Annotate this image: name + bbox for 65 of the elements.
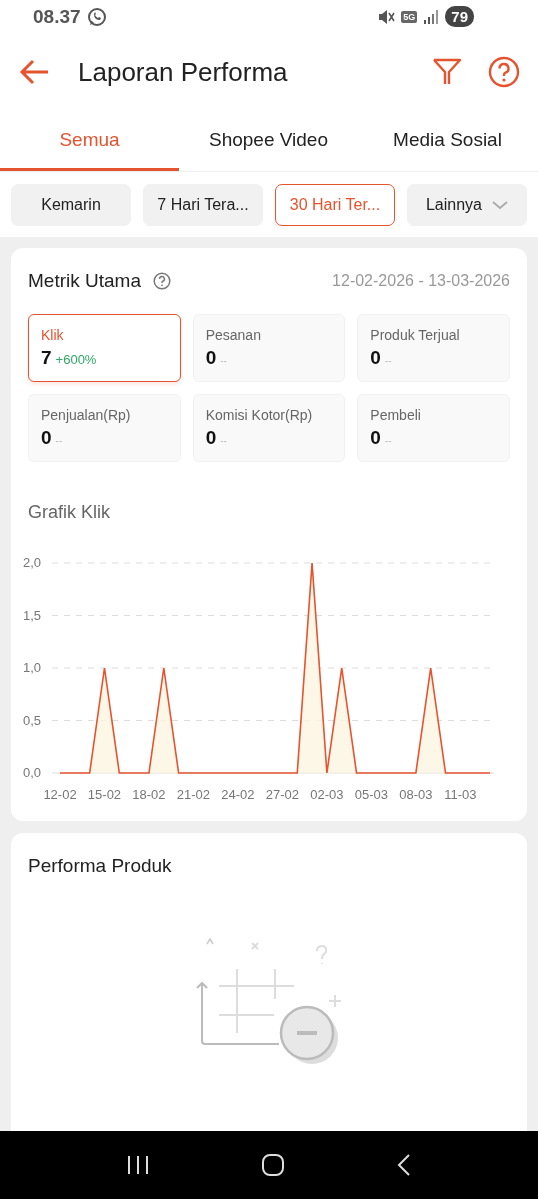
period-dropdown[interactable]: Lainnya bbox=[407, 184, 527, 226]
back-arrow-icon[interactable] bbox=[18, 58, 50, 86]
metric-value: 0 bbox=[41, 427, 52, 449]
axis-label: 0,5 bbox=[22, 712, 41, 728]
axis-label: 02-03 bbox=[310, 787, 344, 802]
metric-label: Pembeli bbox=[370, 407, 422, 423]
recent-apps-icon[interactable] bbox=[125, 1155, 150, 1175]
help-icon[interactable] bbox=[488, 56, 520, 88]
period-chip[interactable]: Kemarin bbox=[11, 184, 131, 226]
back-icon[interactable] bbox=[396, 1153, 413, 1177]
metric-tile[interactable]: Komisi Kotor(Rp) 0 -- bbox=[192, 394, 346, 462]
metric-value: 0 bbox=[205, 427, 217, 449]
axis-label: 15-02 bbox=[87, 787, 122, 802]
metric-tile[interactable]: Pembeli 0 -- bbox=[357, 394, 510, 462]
page-title: Laporan Performa bbox=[78, 56, 289, 88]
tab[interactable]: Shopee Video bbox=[179, 111, 358, 171]
axis-label: 11-03 bbox=[444, 787, 477, 802]
chevron-down-icon bbox=[492, 200, 508, 210]
axis-label: 0,0 bbox=[22, 765, 41, 780]
network-label: 5G bbox=[401, 10, 418, 23]
period-chip[interactable]: 7 Hari Tera... bbox=[143, 184, 263, 226]
axis-label: 08-03 bbox=[399, 787, 433, 802]
axis-label: 05-03 bbox=[354, 787, 388, 802]
date-range: 12-02-2026 - 13-03-2026 bbox=[332, 272, 510, 290]
metric-value: 7 bbox=[41, 347, 52, 369]
metric-label: Komisi Kotor(Rp) bbox=[205, 407, 314, 423]
metric-change: -- bbox=[384, 435, 392, 446]
metric-value: 0 bbox=[205, 347, 217, 369]
axis-label: 1,5 bbox=[22, 607, 41, 623]
period-chip[interactable]: 30 Hari Ter... bbox=[275, 184, 395, 226]
metric-change: -- bbox=[55, 435, 63, 446]
home-icon[interactable] bbox=[261, 1153, 285, 1177]
section-title: Metrik Utama bbox=[28, 270, 141, 292]
metric-tile[interactable]: Pesanan 0 -- bbox=[192, 314, 346, 382]
metric-value: 0 bbox=[370, 347, 381, 369]
battery-level: 79 bbox=[445, 6, 474, 27]
metric-change: -- bbox=[384, 355, 392, 366]
section-title: Performa Produk bbox=[27, 854, 173, 877]
tab[interactable]: Semua bbox=[0, 111, 179, 171]
metric-value: 0 bbox=[370, 427, 381, 449]
metric-tile[interactable]: Klik 7 +600% bbox=[28, 314, 181, 382]
axis-label: 12-02 bbox=[43, 787, 77, 802]
help-icon[interactable] bbox=[152, 272, 171, 290]
chat-app-icon bbox=[86, 6, 107, 27]
metric-label: Penjualan(Rp) bbox=[41, 407, 132, 423]
metric-change: -- bbox=[220, 355, 227, 366]
metric-tile[interactable]: Produk Terjual 0 -- bbox=[357, 314, 510, 382]
axis-label: 1,0 bbox=[22, 660, 41, 675]
metric-tile[interactable]: Penjualan(Rp) 0 -- bbox=[28, 394, 181, 462]
metric-label: Produk Terjual bbox=[370, 327, 461, 343]
axis-label: 24-02 bbox=[221, 787, 255, 802]
mute-icon bbox=[377, 7, 396, 26]
axis-label: 21-02 bbox=[176, 787, 211, 802]
clock-time: 08.37 bbox=[33, 5, 81, 28]
metric-label: Klik bbox=[41, 327, 65, 343]
filter-icon[interactable] bbox=[432, 57, 462, 87]
metric-label: Pesanan bbox=[205, 327, 262, 343]
axis-label: 18-02 bbox=[132, 787, 166, 802]
axis-label: 27-02 bbox=[265, 787, 300, 802]
signal-icon bbox=[423, 8, 440, 25]
metric-change: -- bbox=[220, 435, 227, 446]
tab[interactable]: Media Sosial bbox=[358, 111, 537, 171]
chart-title: Grafik Klik bbox=[27, 501, 111, 523]
metric-change: +600% bbox=[55, 352, 97, 367]
axis-label: 2,0 bbox=[22, 555, 41, 570]
